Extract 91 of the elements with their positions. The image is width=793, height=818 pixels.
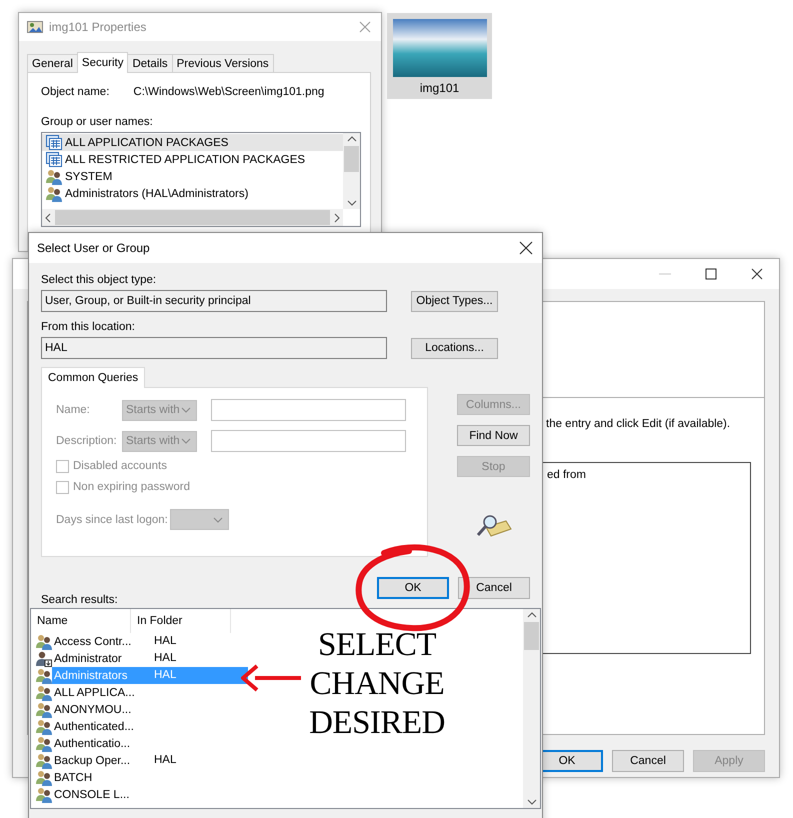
group-icon bbox=[36, 684, 52, 700]
chevron-down-icon bbox=[213, 516, 223, 522]
locations-button[interactable]: Locations... bbox=[411, 338, 498, 358]
annotation-text: SELECT CHANGE DESIRED bbox=[308, 626, 446, 743]
field-label: Days since last logon: bbox=[56, 512, 169, 526]
group-icon bbox=[46, 186, 62, 202]
input-field[interactable] bbox=[211, 399, 406, 421]
field-label: From this location: bbox=[41, 320, 136, 334]
object-type-field: User, Group, or Built-in security principal bbox=[41, 290, 387, 312]
column-header[interactable]: In Folder bbox=[131, 609, 231, 633]
magnifier-icon bbox=[476, 513, 512, 539]
checkbox[interactable] bbox=[56, 460, 69, 472]
side-button[interactable]: Find Now bbox=[457, 425, 530, 446]
horizontal-scrollbar[interactable] bbox=[42, 209, 343, 226]
group-icon bbox=[36, 702, 52, 718]
close-icon[interactable] bbox=[518, 240, 534, 256]
result-name[interactable]: Authenticated... bbox=[52, 718, 148, 735]
list-item[interactable]: ALL APPLICATION PACKAGES bbox=[42, 134, 343, 151]
list-item[interactable]: SYSTEM bbox=[42, 168, 343, 185]
list-text: ed from bbox=[547, 469, 586, 481]
file-name: img101 bbox=[420, 81, 460, 95]
checkbox[interactable] bbox=[56, 480, 69, 494]
chevron-down-icon bbox=[346, 200, 356, 206]
maximize-icon[interactable] bbox=[703, 266, 719, 282]
user-icon bbox=[36, 650, 52, 666]
results-label: Search results: bbox=[41, 593, 118, 607]
dialog-title: Select User or Group bbox=[37, 241, 151, 255]
group-icon bbox=[36, 736, 52, 752]
field-label: Object name: bbox=[41, 85, 110, 99]
field-label: Name: bbox=[56, 403, 91, 417]
list-label: Group or user names: bbox=[41, 115, 154, 129]
vertical-scrollbar[interactable] bbox=[523, 609, 540, 808]
result-folder: HAL bbox=[153, 651, 178, 666]
checkbox-label: Non expiring password bbox=[73, 480, 190, 494]
chevron-left-icon bbox=[45, 212, 51, 222]
checkbox-label: Disabled accounts bbox=[73, 459, 167, 473]
tab[interactable]: General bbox=[27, 54, 78, 72]
list-item[interactable]: Administrators (HAL\Administrators) bbox=[42, 185, 343, 202]
group-icon bbox=[36, 634, 52, 650]
scroll-thumb[interactable] bbox=[524, 622, 539, 650]
ok-button[interactable]: OK bbox=[377, 577, 449, 599]
chevron-down-icon bbox=[526, 799, 536, 805]
result-name[interactable]: Backup Oper... bbox=[52, 752, 148, 769]
object-path: C:\Windows\Web\Screen\img101.png bbox=[133, 85, 324, 99]
group-icon bbox=[36, 668, 52, 684]
field-label: Select this object type: bbox=[41, 273, 158, 287]
result-name[interactable]: CONSOLE L... bbox=[52, 786, 148, 803]
chevron-up-icon bbox=[346, 136, 356, 142]
results-list[interactable]: Name In Folder Access Contr... HAL Administrator HAL Administrators HAL ALL APPLICA... ANONYMOU... Authenticated... Authenticatio... Backup Oper... HAL BATCH CONSOLE L... SELECT CHANGE DESIRED bbox=[30, 608, 541, 809]
result-folder: HAL bbox=[153, 634, 178, 649]
pointer-arrow bbox=[241, 664, 301, 692]
chevron-down-icon bbox=[181, 438, 191, 444]
column-header[interactable]: Name bbox=[31, 609, 131, 633]
instruction-text: the entry and click Edit (if available). bbox=[546, 417, 732, 431]
cancel-button[interactable]: Cancel bbox=[458, 577, 530, 599]
result-name[interactable]: BATCH bbox=[52, 769, 148, 786]
result-name[interactable]: ALL APPLICA... bbox=[52, 684, 148, 701]
tab[interactable]: Security bbox=[76, 52, 128, 73]
dialog-button[interactable]: Cancel bbox=[612, 750, 684, 772]
group-icon bbox=[36, 718, 52, 734]
vertical-scrollbar[interactable] bbox=[343, 133, 360, 209]
location-field: HAL bbox=[41, 337, 387, 359]
chevron-up-icon bbox=[526, 612, 536, 618]
result-name[interactable]: Authenticatio... bbox=[52, 735, 148, 752]
result-name[interactable]: ANONYMOU... bbox=[52, 701, 148, 718]
scroll-thumb[interactable] bbox=[55, 210, 330, 225]
tab[interactable]: Previous Versions bbox=[172, 54, 274, 72]
result-name[interactable]: Access Contr... bbox=[52, 633, 148, 650]
group-icon bbox=[36, 786, 52, 802]
user-list[interactable]: ALL APPLICATION PACKAGES ALL RESTRICTED APPLICATION PACKAGES SYSTEM Administrators (HAL\Administrators) bbox=[41, 132, 361, 227]
group-icon bbox=[46, 168, 62, 184]
object-types-button[interactable]: Object Types... bbox=[411, 290, 498, 312]
window-grid-icon bbox=[46, 134, 62, 150]
result-folder: HAL bbox=[148, 667, 248, 684]
file-icon[interactable]: img101 bbox=[387, 13, 492, 99]
result-name[interactable]: Administrator bbox=[52, 650, 148, 667]
window-grid-icon bbox=[46, 152, 62, 168]
result-folder: HAL bbox=[153, 753, 178, 768]
close-icon[interactable] bbox=[749, 266, 765, 282]
field-label: Description: bbox=[56, 434, 118, 448]
group-icon bbox=[36, 770, 52, 786]
scroll-thumb[interactable] bbox=[344, 146, 359, 172]
chevron-right-icon bbox=[334, 212, 340, 222]
tab[interactable]: Common Queries bbox=[41, 367, 146, 388]
window-title: img101 Properties bbox=[49, 20, 148, 34]
chevron-down-icon bbox=[181, 407, 191, 413]
picture-icon bbox=[27, 19, 43, 35]
input-field[interactable] bbox=[211, 430, 406, 452]
group-icon bbox=[36, 752, 52, 768]
list-item[interactable]: ALL RESTRICTED APPLICATION PACKAGES bbox=[42, 151, 343, 168]
dropdown[interactable] bbox=[170, 509, 229, 530]
